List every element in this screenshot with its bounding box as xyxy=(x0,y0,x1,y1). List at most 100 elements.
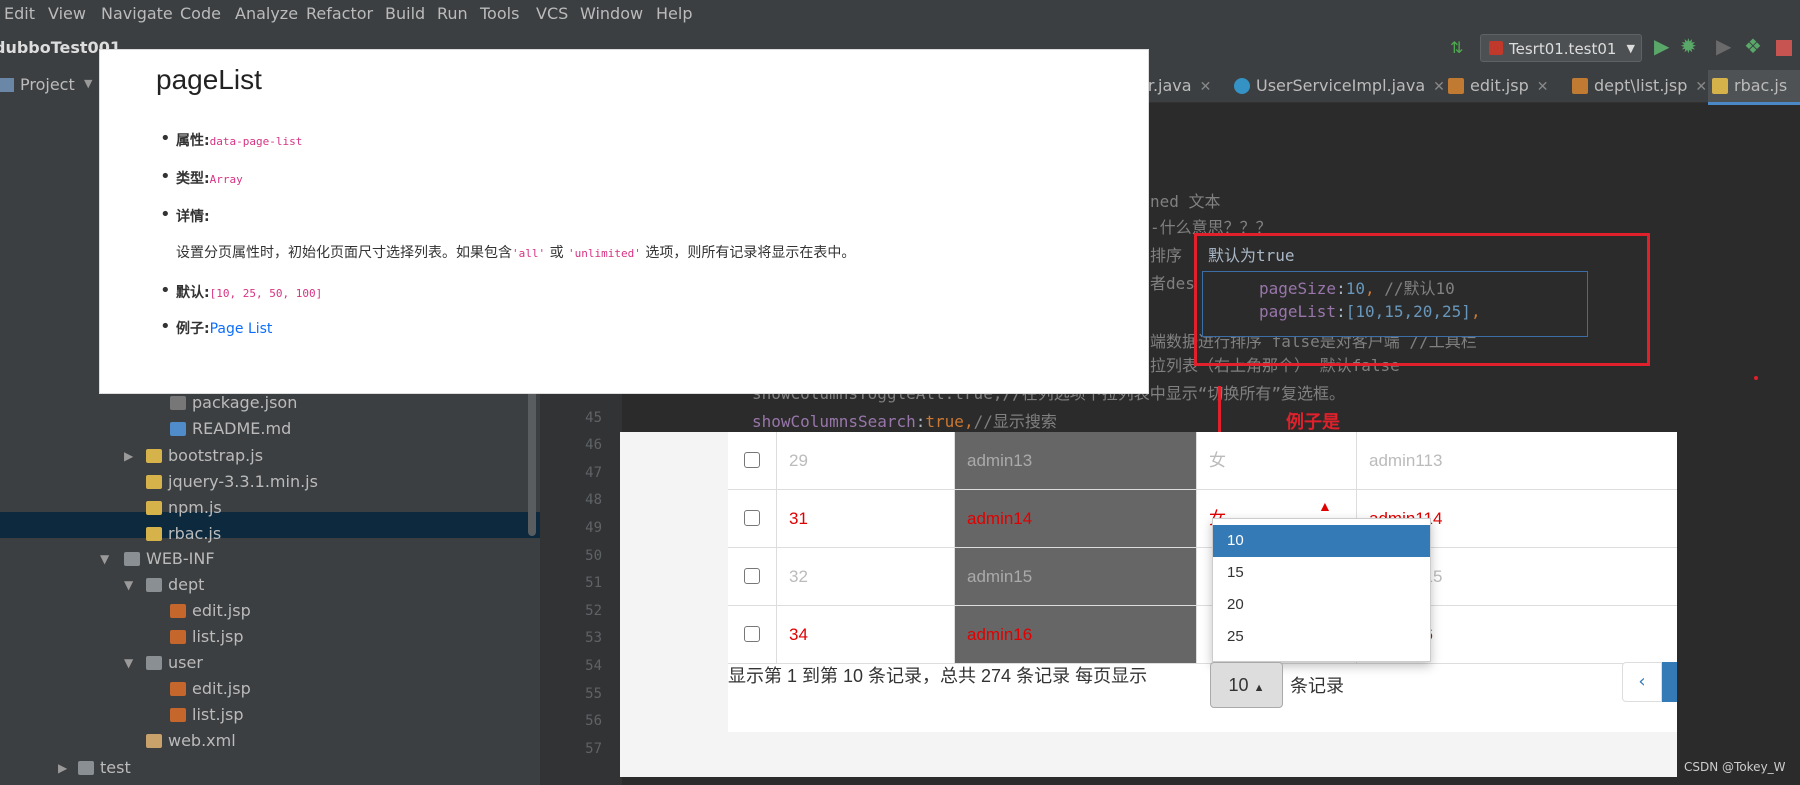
vcs-update-icon[interactable]: ⇅ xyxy=(1450,38,1463,57)
tree-selection-highlight xyxy=(0,512,540,538)
watermark: CSDN @Tokey_W xyxy=(1684,760,1786,774)
menu-navigate[interactable]: Navigate xyxy=(101,4,173,23)
cell-name: admin14 xyxy=(954,490,1196,547)
red-dot xyxy=(1754,376,1758,380)
doc-type: 类型:Array xyxy=(160,166,243,188)
tab-rbac-js[interactable]: rbac.js xyxy=(1708,70,1800,105)
folder-icon xyxy=(146,578,162,592)
table-row[interactable]: 32 admin15 admin115 xyxy=(728,548,1677,606)
table-row[interactable]: 29 admin13 女 admin113 xyxy=(728,432,1677,490)
tree-item[interactable]: edit.jsp xyxy=(170,679,251,698)
js-file-icon xyxy=(146,527,162,541)
cell-id: 32 xyxy=(776,548,954,605)
close-icon[interactable]: ✕ xyxy=(1537,79,1549,95)
menu-refactor[interactable]: Refactor xyxy=(306,4,373,23)
jsp-file-icon xyxy=(1448,78,1464,94)
menu-build[interactable]: Build xyxy=(385,4,425,23)
menu-analyze[interactable]: Analyze xyxy=(235,4,298,23)
page-size-option[interactable]: 10 xyxy=(1213,525,1430,557)
stop-icon[interactable] xyxy=(1776,40,1792,56)
line-number: 56 xyxy=(585,713,602,729)
line-number: 55 xyxy=(585,686,602,702)
cell-name: admin13 xyxy=(954,432,1196,489)
tree-folder[interactable]: WEB-INF xyxy=(124,549,215,568)
documentation-popup: pageList 属性:data-page-list 类型:Array 详情: … xyxy=(100,50,1148,393)
tree-item-selected[interactable]: rbac.js xyxy=(146,524,221,543)
page-size-option[interactable]: 20 xyxy=(1213,589,1430,621)
row-checkbox[interactable] xyxy=(744,510,760,526)
menu-help[interactable]: Help xyxy=(656,4,692,23)
menu-vcs[interactable]: VCS xyxy=(536,4,568,23)
menu-run[interactable]: Run xyxy=(437,4,468,23)
cell-id: 31 xyxy=(776,490,954,547)
expand-arrow-icon[interactable]: ▶ xyxy=(124,449,133,463)
jsp-file-icon xyxy=(170,604,186,618)
tree-item[interactable]: list.jsp xyxy=(170,705,244,724)
tab-edit-jsp[interactable]: edit.jsp ✕ xyxy=(1444,70,1548,102)
chevron-down-icon[interactable]: ▼ xyxy=(84,77,92,90)
tree-item[interactable]: edit.jsp xyxy=(170,601,251,620)
menu-bar: Edit View Navigate Code Analyze Refactor… xyxy=(0,0,1800,29)
row-checkbox[interactable] xyxy=(744,626,760,642)
tree-item[interactable]: list.jsp xyxy=(170,627,244,646)
tree-item[interactable]: README.md xyxy=(170,419,291,438)
run-config-label: Tesrt01.test01 xyxy=(1509,40,1617,58)
menu-window[interactable]: Window xyxy=(580,4,643,23)
tree-folder[interactable]: test xyxy=(78,758,131,777)
markdown-file-icon xyxy=(170,422,186,436)
menu-edit[interactable]: Edit xyxy=(4,4,35,23)
cell-name: admin16 xyxy=(954,606,1196,663)
code-comment: 排序 xyxy=(1150,246,1183,265)
collapse-arrow-icon[interactable]: ▼ xyxy=(124,578,133,592)
tree-item[interactable]: bootstrap.js xyxy=(146,446,263,465)
doc-example: 例子:Page List xyxy=(160,316,273,338)
page-size-menu: 10 15 20 25 xyxy=(1212,518,1431,662)
menu-code[interactable]: Code xyxy=(180,4,221,23)
table-row[interactable]: 34 admin16 dmin116 xyxy=(728,606,1677,664)
caret-up-icon: ▲ xyxy=(1318,498,1332,514)
run-config-select[interactable]: Tesrt01.test01 ▼ xyxy=(1480,34,1642,62)
tree-item[interactable]: web.xml xyxy=(146,731,236,750)
close-icon[interactable]: ✕ xyxy=(1200,79,1212,95)
cell-name: admin15 xyxy=(954,548,1196,605)
table-row[interactable]: 31 admin14 女 admin114 ▲ xyxy=(728,490,1677,548)
tree-folder[interactable]: dept xyxy=(146,575,204,594)
tab-dept-list-jsp[interactable]: dept\list.jsp ✕ xyxy=(1568,70,1707,102)
tree-folder[interactable]: user xyxy=(146,653,203,672)
tree-item[interactable]: jquery-3.3.1.min.js xyxy=(146,472,318,491)
cell-login: admin113 xyxy=(1356,432,1677,489)
tab-userserviceimpl[interactable]: UserServiceImpl.java ✕ xyxy=(1230,70,1445,102)
menu-view[interactable]: View xyxy=(48,4,86,23)
js-file-icon xyxy=(1712,78,1728,94)
coverage-icon[interactable]: ▶ xyxy=(1716,34,1731,58)
close-icon[interactable]: ✕ xyxy=(1695,79,1707,95)
project-panel-title[interactable]: Project xyxy=(20,75,75,94)
profile-icon[interactable]: ❖ xyxy=(1744,34,1762,58)
page-size-button[interactable]: 10 ▲ xyxy=(1210,662,1283,708)
current-page-button[interactable] xyxy=(1662,662,1677,702)
panel-scrollbar[interactable] xyxy=(528,372,536,536)
row-checkbox[interactable] xyxy=(744,568,760,584)
js-file-icon xyxy=(146,449,162,463)
page-size-option[interactable]: 15 xyxy=(1213,557,1430,589)
collapse-arrow-icon[interactable]: ▼ xyxy=(100,552,109,566)
js-file-icon xyxy=(146,501,162,515)
collapse-arrow-icon[interactable]: ▼ xyxy=(124,656,133,670)
project-icon xyxy=(0,78,14,92)
row-checkbox[interactable] xyxy=(744,452,760,468)
run-icon[interactable]: ▶ xyxy=(1654,34,1669,58)
expand-arrow-icon[interactable]: ▶ xyxy=(58,761,67,775)
folder-icon xyxy=(78,761,94,775)
menu-tools[interactable]: Tools xyxy=(480,4,519,23)
tree-item[interactable]: package.json xyxy=(170,393,297,412)
code-line: showColumnsSearch:true,//显示搜索 xyxy=(752,412,1057,431)
debug-icon[interactable]: ✹ xyxy=(1680,34,1697,58)
jsp-file-icon xyxy=(1572,78,1588,94)
cell-id: 29 xyxy=(776,432,954,489)
prev-page-button[interactable]: ‹ xyxy=(1622,662,1662,702)
tree-item[interactable]: npm.js xyxy=(146,498,222,517)
page-list-link[interactable]: Page List xyxy=(210,321,273,337)
page-size-option[interactable]: 25 xyxy=(1213,621,1430,653)
table-screenshot: 29 admin13 女 admin113 31 admin14 女 admin… xyxy=(620,432,1677,777)
code-snippet-box: pageSize:10, //默认10 pageList:[10,15,20,2… xyxy=(1202,271,1588,337)
